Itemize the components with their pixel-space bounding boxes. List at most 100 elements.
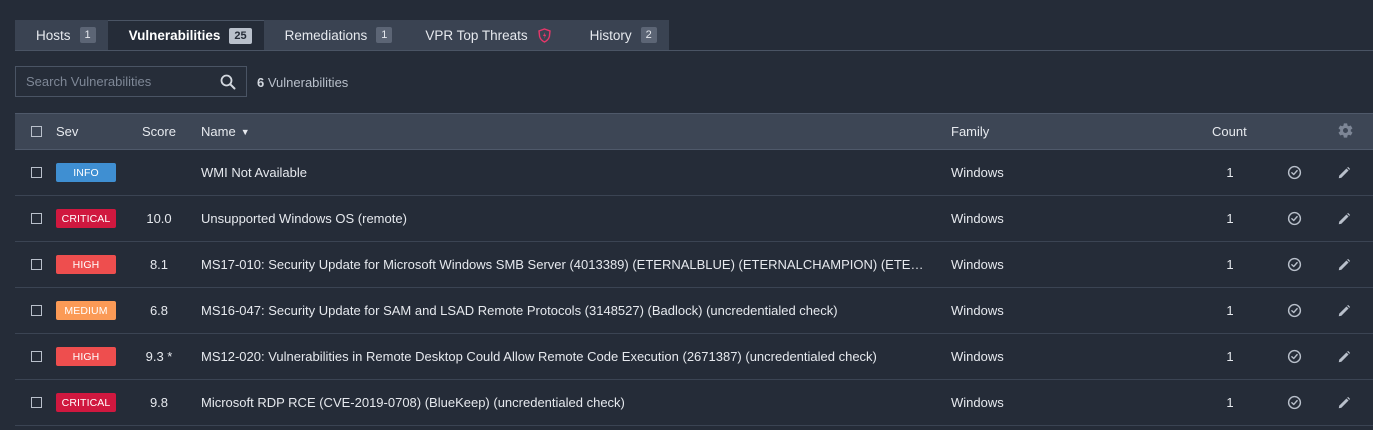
severity-cell: CRITICAL [56,380,116,425]
search-box [15,66,247,97]
result-count-label: Vulnerabilities [264,75,349,90]
snooze-button[interactable] [1287,334,1302,379]
count-cell: 1 [1226,165,1234,180]
snooze-button[interactable] [1287,380,1302,425]
search-input[interactable] [16,67,226,96]
tab-vulnerabilities[interactable]: Vulnerabilities 25 [107,20,264,50]
edit-button[interactable] [1337,380,1351,425]
vulnerability-name[interactable]: Unsupported Windows OS (remote) [201,211,407,226]
severity-badge: HIGH [56,255,116,274]
row-select-cell [31,334,42,379]
snooze-button[interactable] [1287,242,1302,287]
snooze-button[interactable] [1287,150,1302,195]
family-cell: Windows [951,165,1004,180]
row-select-cell [31,288,42,333]
score-cell: 9.3 * [145,349,173,364]
table-row[interactable]: INFO WMI Not Available Windows 1 [15,150,1373,196]
score-cell: 6.8 [149,303,169,318]
clock-check-icon [1287,395,1302,410]
tab-label: VPR Top Threats [425,27,528,43]
pencil-icon [1337,258,1351,272]
table-row[interactable]: HIGH 9.3 * MS12-020: Vulnerabilities in … [15,334,1373,380]
severity-badge: MEDIUM [56,301,116,320]
edit-button[interactable] [1337,196,1351,241]
pencil-icon [1337,304,1351,318]
family-cell: Windows [951,211,1004,226]
header-name[interactable]: Name ▼ [201,114,250,149]
family-cell: Windows [951,349,1004,364]
vulnerability-name-cell[interactable]: Microsoft RDP RCE (CVE-2019-0708) (BlueK… [201,380,625,425]
edit-button[interactable] [1337,150,1351,195]
row-checkbox[interactable] [31,397,42,408]
row-checkbox[interactable] [31,351,42,362]
family-cell: Windows [951,303,1004,318]
score-cell: 10.0 [146,211,172,226]
count-cell: 1 [1226,211,1234,226]
snooze-button[interactable] [1287,288,1302,333]
tab-remediations[interactable]: Remediations 1 [264,20,405,50]
vulnerability-name[interactable]: MS12-020: Vulnerabilities in Remote Desk… [201,349,877,364]
edit-button[interactable] [1337,242,1351,287]
gear-icon [1337,122,1354,142]
tab-divider [15,50,1373,51]
tab-bar: Hosts 1 Vulnerabilities 25 Remediations … [15,20,669,50]
tab-label: Vulnerabilities [128,28,221,43]
edit-button[interactable] [1337,334,1351,379]
vulnerability-name-cell[interactable]: MS12-020: Vulnerabilities in Remote Desk… [201,334,877,379]
count-cell: 1 [1226,257,1234,272]
tab-count-badge: 1 [79,27,96,43]
row-select-cell [31,242,42,287]
vulnerability-name-cell[interactable]: Unsupported Windows OS (remote) [201,196,407,241]
row-checkbox[interactable] [31,259,42,270]
severity-badge: HIGH [56,347,116,366]
table-row[interactable]: CRITICAL 10.0 Unsupported Windows OS (re… [15,196,1373,242]
tab-history[interactable]: History 2 [569,20,669,50]
column-settings-button[interactable] [1337,114,1354,149]
row-checkbox[interactable] [31,305,42,316]
severity-badge: INFO [56,163,116,182]
header-count[interactable]: Count [1212,114,1262,149]
severity-cell: INFO [56,150,116,195]
tab-label: History [589,27,632,43]
header-score[interactable]: Score [125,114,193,149]
header-family[interactable]: Family [951,114,989,149]
header-sev[interactable]: Sev [56,114,78,149]
row-select-cell [31,380,42,425]
edit-button[interactable] [1337,288,1351,333]
clock-check-icon [1287,349,1302,364]
tab-count-badge: 2 [640,27,657,43]
tab-hosts[interactable]: Hosts 1 [15,20,108,50]
count-cell: 1 [1226,395,1234,410]
vulnerability-name-cell[interactable]: MS16-047: Security Update for SAM and LS… [201,288,838,333]
search-icon[interactable] [220,74,236,90]
vulnerability-name[interactable]: MS16-047: Security Update for SAM and LS… [201,303,838,318]
vulnerability-name[interactable]: Microsoft RDP RCE (CVE-2019-0708) (BlueK… [201,395,625,410]
table-row[interactable]: MEDIUM 6.8 MS16-047: Security Update for… [15,288,1373,334]
row-select-cell [31,196,42,241]
tab-vpr-top-threats[interactable]: VPR Top Threats [404,20,568,50]
tab-count-badge: 1 [376,27,393,43]
row-select-cell [31,150,42,195]
tab-label: Hosts [36,27,71,43]
pencil-icon [1337,166,1351,180]
score-cell [125,150,193,195]
family-cell: Windows [951,395,1004,410]
vulnerability-name[interactable]: MS17-010: Security Update for Microsoft … [201,257,931,272]
shield-icon [537,27,551,43]
score-cell: 8.1 [149,257,169,272]
sort-desc-icon: ▼ [240,126,250,137]
vulnerability-name-cell[interactable]: WMI Not Available [201,150,307,195]
result-count: 6 Vulnerabilities [257,75,348,90]
row-checkbox[interactable] [31,167,42,178]
clock-check-icon [1287,165,1302,180]
row-checkbox[interactable] [31,213,42,224]
tab-count-badge: 25 [229,27,252,44]
count-cell: 1 [1226,349,1234,364]
select-all-checkbox[interactable] [31,126,42,137]
vulnerability-name-cell[interactable]: MS17-010: Security Update for Microsoft … [201,242,931,287]
vulnerability-name[interactable]: WMI Not Available [201,165,307,180]
snooze-button[interactable] [1287,196,1302,241]
table-row[interactable]: CRITICAL 9.8 Microsoft RDP RCE (CVE-2019… [15,380,1373,426]
table-row[interactable]: HIGH 8.1 MS17-010: Security Update for M… [15,242,1373,288]
pencil-icon [1337,350,1351,364]
